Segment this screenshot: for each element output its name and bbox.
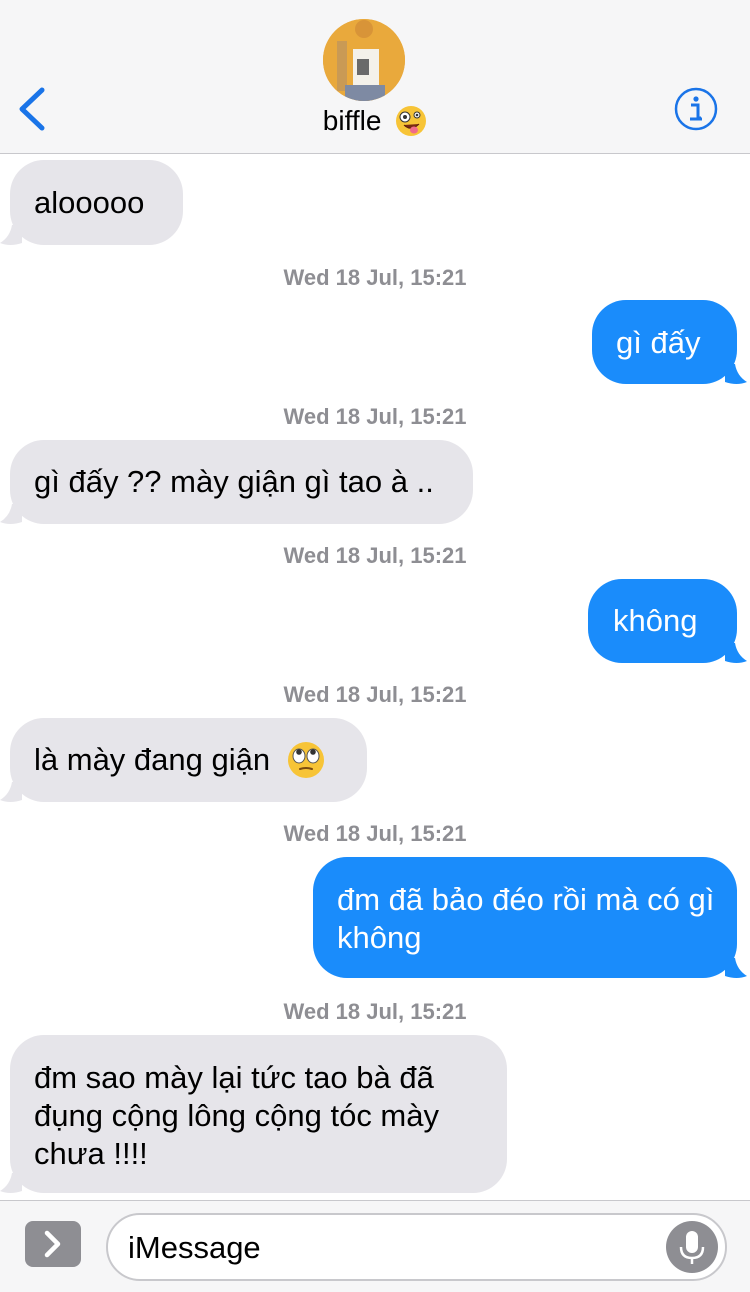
contact-avatar[interactable] [323,19,405,101]
incoming-message-bubble[interactable]: là mày đang giận [0,718,367,802]
bubble-tail [725,643,747,663]
message-timestamp: Wed 18 Jul, 15:21 [283,821,467,846]
apps-button[interactable] [25,1221,81,1267]
bubble-tail [725,364,747,384]
contact-name: biffle [322,105,382,136]
outgoing-message-bubble[interactable]: gì đấy [592,300,747,384]
message-text-content: là mày đang giận [34,742,271,777]
incoming-message-bubble[interactable]: đm sao mày lại tức tao bà đã đụng cộng l… [0,1035,507,1193]
message-text: đm sao mày lại tức tao bà đã đụng cộng l… [34,1060,439,1171]
message-input-placeholder: iMessage [128,1230,261,1265]
message-text: gì đấy ?? mày giận gì tao à .. [34,464,434,499]
message-timestamp: Wed 18 Jul, 15:21 [283,999,467,1024]
message-text: alooooo [34,185,145,220]
message-timestamp: Wed 18 Jul, 15:21 [283,543,467,568]
incoming-message-bubble[interactable]: alooooo [0,160,183,245]
bubble-tail [0,225,22,245]
bubble-tail [0,782,22,802]
message-input[interactable]: iMessage [106,1213,727,1281]
contact-name-title[interactable]: biffle [0,104,750,139]
message-text: không [613,603,698,638]
message-timestamp: Wed 18 Jul, 15:21 [283,265,467,290]
bubble-tail [0,504,22,524]
message-text: là mày đang giận [34,741,325,781]
zany-face-emoji-icon [396,105,427,136]
rolling-eyes-emoji-icon [287,741,324,778]
outgoing-message-bubble[interactable]: không [588,579,747,663]
info-icon[interactable] [673,86,719,132]
message-composer: iMessage [0,1200,750,1292]
microphone-icon [679,1231,705,1264]
outgoing-message-bubble[interactable]: đm đã bảo đéo rồi mà có gì không [313,857,747,978]
bubble-tail [0,1173,22,1193]
conversation-header: biffle [0,0,750,154]
microphone-button[interactable] [666,1221,718,1273]
message-text: đm đã bảo đéo rồi mà có gì không [337,882,715,955]
incoming-message-bubble[interactable]: gì đấy ?? mày giận gì tao à .. [0,440,473,524]
message-timestamp: Wed 18 Jul, 15:21 [283,682,467,707]
message-text: gì đấy [616,325,701,360]
message-timestamp: Wed 18 Jul, 15:21 [283,404,467,429]
chevron-right-icon [44,1230,61,1258]
bubble-tail [725,958,747,978]
